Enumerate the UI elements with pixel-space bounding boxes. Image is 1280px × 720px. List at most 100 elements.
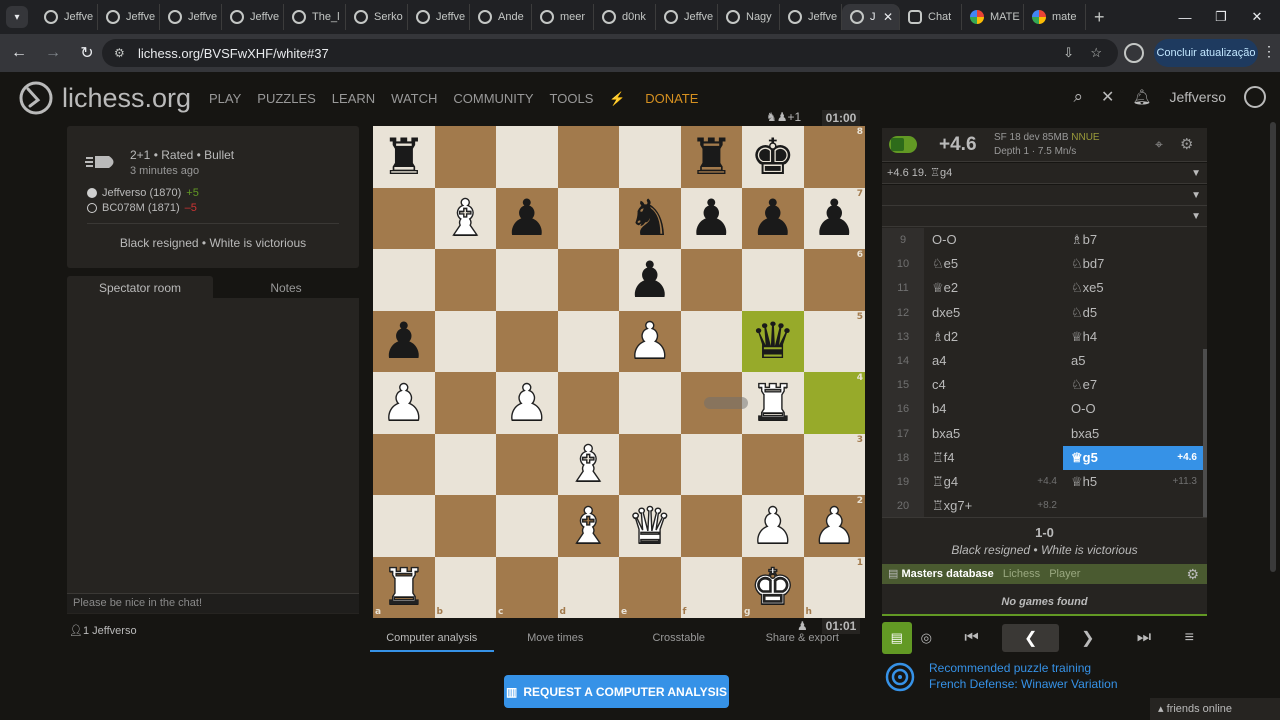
black-queen[interactable]: ♛ <box>750 316 795 366</box>
square-d7[interactable] <box>557 187 619 249</box>
puzzle-recommendation[interactable]: Recommended puzzle training French Defen… <box>882 659 1207 695</box>
square-e3[interactable] <box>619 433 681 495</box>
browser-tab[interactable]: Chat <box>900 4 962 30</box>
browser-tab[interactable]: Jeffve <box>36 4 98 30</box>
white-move[interactable]: ♖f4 <box>924 446 1063 470</box>
browser-tab[interactable]: Jeffve <box>408 4 470 30</box>
black-move[interactable]: bxa5 <box>1063 422 1203 446</box>
square-h4[interactable]: 4 <box>803 372 865 434</box>
square-g5[interactable]: ♛ <box>742 310 804 372</box>
square-c2[interactable] <box>496 495 558 557</box>
square-d5[interactable] <box>557 310 619 372</box>
square-e2[interactable]: ♛ <box>619 495 681 557</box>
square-e7[interactable]: ♞ <box>619 187 681 249</box>
square-g7[interactable]: ♟ <box>742 187 804 249</box>
square-f1[interactable]: f <box>680 556 742 618</box>
explorer-db-player[interactable]: Player <box>1049 568 1080 580</box>
black-move[interactable]: ♘bd7 <box>1063 252 1203 276</box>
white-queen[interactable]: ♛ <box>627 500 673 551</box>
square-d2[interactable]: ♝ <box>557 495 619 557</box>
user-avatar-icon[interactable] <box>1244 86 1266 108</box>
notifications-bell-icon[interactable]: 🔔︎ <box>1132 88 1151 106</box>
square-h8[interactable]: 8 <box>803 126 865 188</box>
close-window-icon[interactable]: ✕ <box>1234 0 1280 34</box>
black-move[interactable]: ♘e7 <box>1063 373 1203 397</box>
square-f3[interactable] <box>680 433 742 495</box>
square-f2[interactable] <box>680 495 742 557</box>
white-move[interactable]: c4 <box>924 373 1063 397</box>
site-logo[interactable]: lichess.org <box>18 80 191 116</box>
black-rook[interactable]: ♜ <box>689 132 734 182</box>
browser-tab[interactable]: Jeffve <box>222 4 284 30</box>
chess-board[interactable]: ♜ ♜ ♚ 8 ♝ ♟ ♞ ♟ ♟ ♟ 7 ♟ 6 ♟ ♟ ♛ 5 ♟ ♟ ♜ 4 ♝ 3 ♝ ♛ ♟ ♟ 2 ♜ a b c d e f ♚ g 1 h <box>373 126 865 618</box>
first-move-button[interactable]: ⏮ <box>941 622 1002 654</box>
black-pawn[interactable]: ♟ <box>504 193 549 243</box>
nav-learn[interactable]: LEARN <box>332 91 375 107</box>
engine-target-button[interactable]: ◎ <box>912 622 942 654</box>
white-move[interactable]: ♗d2 <box>924 325 1063 349</box>
black-king[interactable]: ♚ <box>750 132 795 182</box>
white-move[interactable]: O-O <box>924 228 1063 252</box>
square-b7[interactable]: ♝ <box>434 187 496 249</box>
white-bishop[interactable]: ♝ <box>442 193 488 244</box>
black-move[interactable]: ♘d5 <box>1063 301 1203 325</box>
square-g4[interactable]: ♜ <box>742 372 804 434</box>
square-f5[interactable] <box>680 310 742 372</box>
engine-settings-gear-icon[interactable]: ⚙ <box>1180 135 1193 153</box>
move-list-scrollbar[interactable] <box>1203 227 1207 519</box>
tab-share-export[interactable]: Share & export <box>741 632 865 652</box>
tools-icon[interactable]: ✕ <box>1101 87 1114 107</box>
friends-online-box[interactable]: ▴ friends online <box>1150 698 1280 720</box>
square-c5[interactable] <box>496 310 558 372</box>
next-move-button[interactable]: ❯ <box>1059 622 1116 654</box>
square-a6[interactable] <box>373 249 435 311</box>
profile-icon[interactable] <box>1124 43 1144 63</box>
white-bishop[interactable]: ♝ <box>565 439 611 490</box>
request-analysis-button[interactable]: ▥ REQUEST A COMPUTER ANALYSIS <box>504 675 729 708</box>
browser-tab[interactable]: Ande <box>470 4 532 30</box>
address-bar[interactable]: ⚙ lichess.org/BVSFwXHF/white#37 ⇩ ☆ <box>102 39 1118 67</box>
square-g1[interactable]: ♚ g <box>742 556 804 618</box>
square-a7[interactable] <box>373 187 435 249</box>
square-d6[interactable] <box>557 249 619 311</box>
square-c7[interactable]: ♟ <box>496 187 558 249</box>
install-app-icon[interactable]: ⇩ <box>1063 45 1074 61</box>
browser-tab[interactable]: Nagy <box>718 4 780 30</box>
nav-community[interactable]: COMMUNITY <box>453 91 533 107</box>
white-rook[interactable]: ♜ <box>750 377 796 428</box>
square-e4[interactable] <box>619 372 681 434</box>
square-c4[interactable]: ♟ <box>496 372 558 434</box>
white-pawn[interactable]: ♟ <box>750 500 796 551</box>
user-menu[interactable]: Jeffverso <box>1169 89 1226 105</box>
square-b5[interactable] <box>434 310 496 372</box>
nav-puzzles[interactable]: PUZZLES <box>257 91 316 107</box>
board-squares[interactable]: ♜ ♜ ♚ 8 ♝ ♟ ♞ ♟ ♟ ♟ 7 ♟ 6 ♟ ♟ ♛ 5 ♟ ♟ ♜ 4 ♝ 3 ♝ ♛ ♟ ♟ 2 ♜ a b c d e f ♚ g 1 h <box>373 126 865 618</box>
black-rook[interactable]: ♜ <box>381 132 426 182</box>
browser-tab[interactable]: Jeffve <box>98 4 160 30</box>
square-a1[interactable]: ♜ a <box>373 556 435 618</box>
square-d3[interactable]: ♝ <box>557 433 619 495</box>
black-pawn[interactable]: ♟ <box>750 193 795 243</box>
black-move[interactable]: ♘xe5 <box>1063 276 1203 300</box>
square-b6[interactable] <box>434 249 496 311</box>
white-move[interactable]: b4 <box>924 397 1063 421</box>
bookmark-star-icon[interactable]: ☆ <box>1090 45 1102 61</box>
reload-icon[interactable]: ↻ <box>72 38 102 68</box>
site-info-icon[interactable]: ⚙ <box>114 46 130 60</box>
tab-list-icon[interactable]: ▾ <box>6 6 28 28</box>
search-icon[interactable]: ⌕ <box>1073 87 1083 107</box>
browser-tab[interactable]: d0nk <box>594 4 656 30</box>
browser-menu-icon[interactable]: ⋮ <box>1262 43 1276 60</box>
square-e5[interactable]: ♟ <box>619 310 681 372</box>
tab-spectator-room[interactable]: Spectator room <box>67 276 213 298</box>
explorer-db-masters[interactable]: Masters database <box>901 568 993 580</box>
black-move[interactable]: ♕h5 +11.3 <box>1063 470 1203 494</box>
black-knight[interactable]: ♞ <box>627 193 672 243</box>
browser-tab[interactable]: Serko <box>346 4 408 30</box>
explorer-settings-gear-icon[interactable]: ⚙ <box>1186 564 1199 584</box>
back-icon[interactable]: ← <box>4 38 34 68</box>
square-b8[interactable] <box>434 126 496 188</box>
square-h7[interactable]: ♟ 7 <box>803 187 865 249</box>
white-king[interactable]: ♚ <box>750 562 796 613</box>
square-a3[interactable] <box>373 433 435 495</box>
